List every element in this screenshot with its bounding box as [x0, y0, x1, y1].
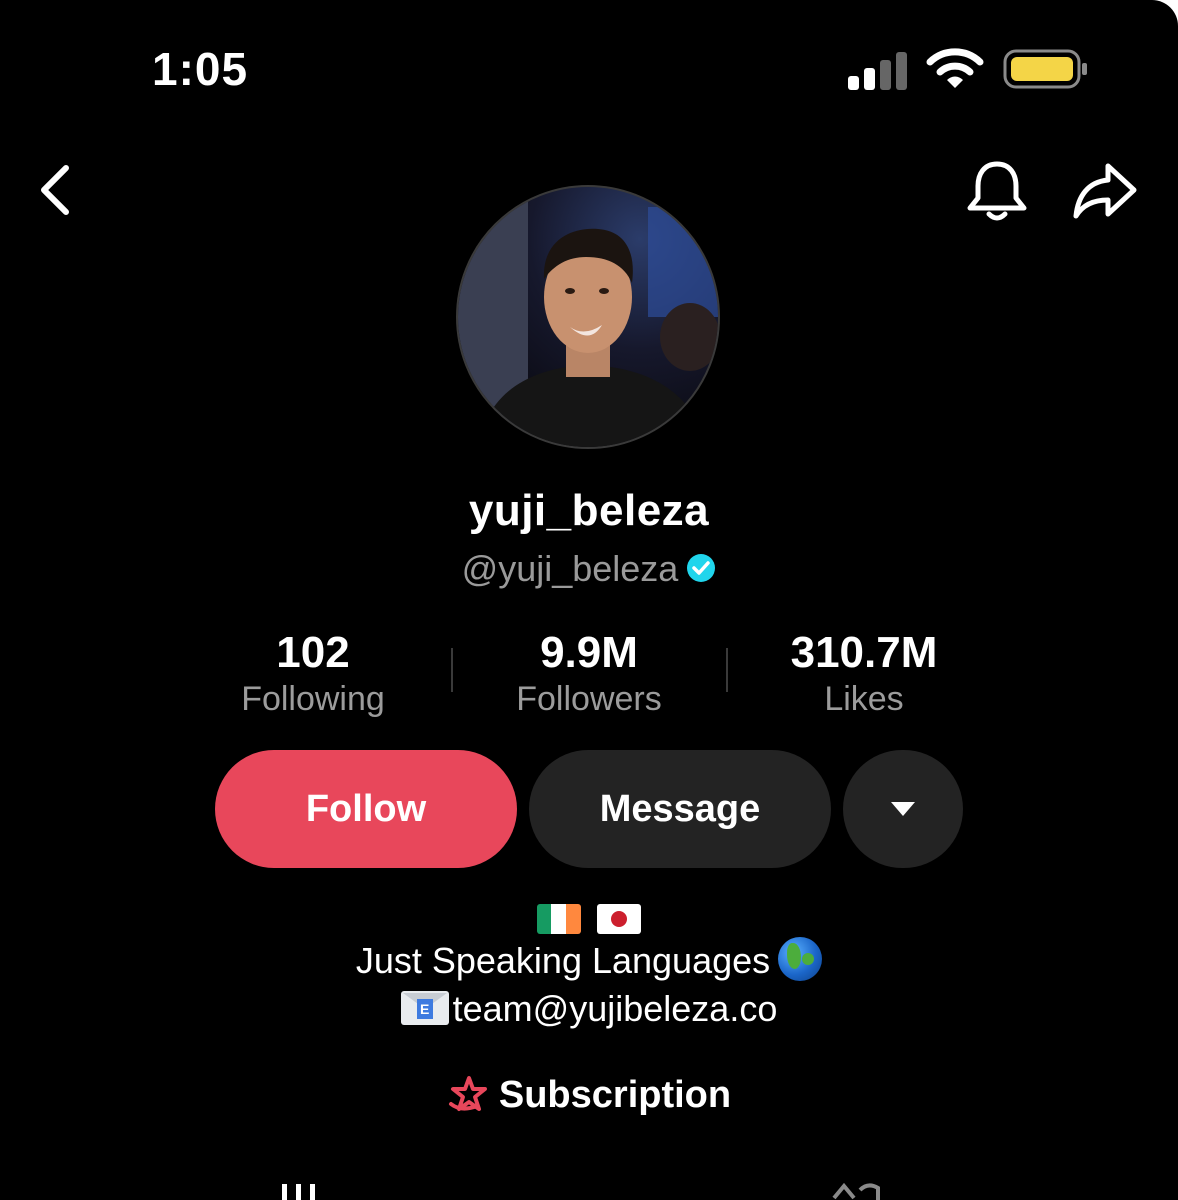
avatar-photo	[458, 187, 718, 447]
subscription-star-icon	[448, 1075, 487, 1111]
stat-divider	[451, 648, 453, 692]
flag-japan-icon	[597, 903, 642, 934]
message-button[interactable]: Message	[529, 750, 831, 868]
reposts-tab-icon[interactable]	[830, 1180, 884, 1200]
bio-flags	[0, 898, 1178, 936]
follow-button[interactable]: Follow	[215, 750, 517, 868]
stat-value: 310.7M	[790, 628, 938, 677]
signal-icon	[848, 50, 910, 90]
triangle-down-icon	[891, 802, 915, 816]
display-name: yuji_beleza	[468, 486, 710, 535]
stat-value: 102	[276, 628, 350, 677]
handle: @yuji_beleza	[461, 548, 679, 589]
subscription-link[interactable]: Subscription	[0, 1074, 1178, 1117]
stat-followers[interactable]: 9.9M Followers	[454, 628, 724, 719]
stat-label: Likes	[824, 680, 904, 718]
bio-email[interactable]: team@yujibeleza.co	[453, 988, 778, 1029]
more-options-button[interactable]	[843, 750, 963, 868]
envelope-icon: E	[400, 991, 449, 1026]
handle-row: @yuji_beleza	[0, 548, 1178, 590]
bell-icon[interactable]	[962, 156, 1032, 226]
bio-text: Just Speaking Languages	[355, 940, 771, 981]
share-arrow-icon[interactable]	[1070, 160, 1140, 222]
bio-line-2: Eteam@yujibeleza.co	[0, 988, 1178, 1030]
stat-following[interactable]: 102 Following	[178, 628, 448, 719]
profile-screen: 1:05 yuji_beleza @yuji_beleza 102 Follow…	[0, 0, 1178, 1200]
globe-icon	[778, 937, 823, 982]
stat-value: 9.9M	[540, 628, 638, 677]
verified-badge-icon	[687, 554, 716, 583]
back-icon[interactable]	[36, 162, 80, 218]
status-time: 1:05	[152, 43, 249, 95]
stat-label: Followers	[516, 680, 662, 718]
stat-likes[interactable]: 310.7M Likes	[729, 628, 999, 719]
subscription-label: Subscription	[498, 1074, 732, 1116]
battery-icon	[1003, 49, 1087, 89]
wifi-icon	[926, 48, 984, 88]
stat-divider	[726, 648, 728, 692]
flag-ireland-icon	[536, 903, 581, 934]
videos-tab-icon[interactable]	[280, 1180, 324, 1200]
avatar[interactable]	[456, 185, 720, 449]
stat-label: Following	[241, 680, 385, 718]
bio-line-1: Just Speaking Languages	[0, 937, 1178, 982]
